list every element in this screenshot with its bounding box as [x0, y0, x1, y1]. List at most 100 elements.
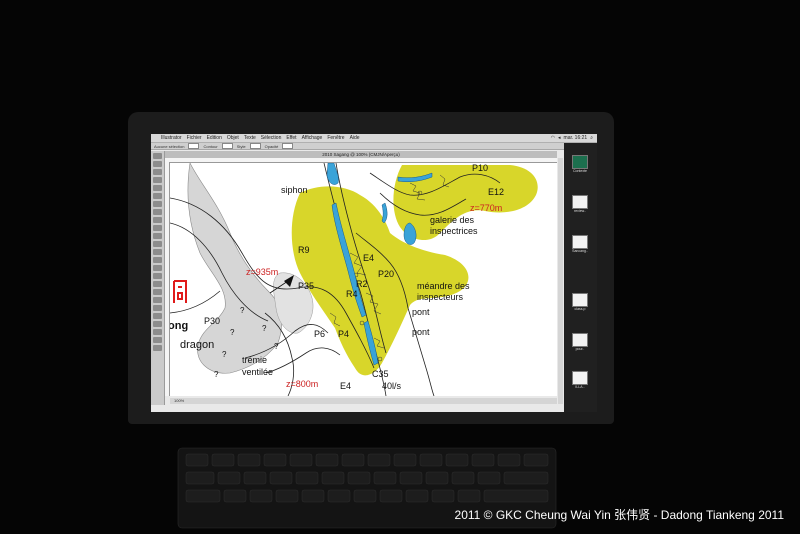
- label-meandre-line1: méandre des: [417, 281, 470, 291]
- label-z770: z=770m: [470, 203, 502, 213]
- label-e4-top: E4: [363, 253, 374, 263]
- laptop-screen: Illustrator Fichier Edition Objet Texte …: [151, 134, 597, 412]
- desktop-icon-2[interactable]: review..: [568, 195, 592, 213]
- tools-panel: [151, 151, 165, 405]
- menu-file[interactable]: Fichier: [187, 134, 202, 142]
- warp-tool-icon[interactable]: [153, 241, 162, 247]
- file-icon: [572, 235, 588, 249]
- label-pont-1: pont: [412, 307, 430, 317]
- fill-swatch[interactable]: [188, 143, 200, 149]
- menu-effect[interactable]: Effet: [286, 134, 296, 142]
- label-z935: z=935m: [246, 267, 278, 277]
- file-icon: [572, 371, 588, 385]
- label-c35: C35: [372, 369, 389, 379]
- label-galerie-line2: inspectrices: [430, 226, 478, 236]
- menu-object[interactable]: Objet: [227, 134, 239, 142]
- mesh-tool-icon[interactable]: [153, 273, 162, 279]
- stroke-label[interactable]: Contour: [203, 143, 217, 149]
- cave-survey-map: siphon P10 E12 z=770m galerie des inspec…: [170, 163, 538, 396]
- rectangle-tool-icon[interactable]: [153, 201, 162, 207]
- menu-status-area: ◠ ◂ mar. 16:21 ⌕: [551, 134, 597, 142]
- horizontal-scrollbar[interactable]: 100%: [170, 398, 557, 404]
- direct-selection-tool-icon[interactable]: [153, 161, 162, 167]
- graph-tool-icon[interactable]: [153, 265, 162, 271]
- svg-text:?: ?: [274, 342, 279, 351]
- desktop-icon-5[interactable]: pour..: [568, 333, 592, 351]
- type-tool-icon[interactable]: [153, 185, 162, 191]
- file-icon: [572, 293, 588, 307]
- svg-text:?: ?: [222, 350, 227, 359]
- svg-text:?: ?: [214, 370, 219, 379]
- red-glyph-mark: [173, 280, 187, 303]
- free-transform-tool-icon[interactable]: [153, 249, 162, 255]
- file-icon: [572, 195, 588, 209]
- wifi-icon[interactable]: ◠: [551, 134, 555, 142]
- svg-text:?: ?: [240, 306, 245, 315]
- desktop-icon-1[interactable]: Contexte: [568, 155, 592, 173]
- label-p35: P35: [298, 281, 314, 291]
- rotate-tool-icon[interactable]: [153, 225, 162, 231]
- menu-text[interactable]: Texte: [244, 134, 256, 142]
- paintbrush-tool-icon[interactable]: [153, 209, 162, 215]
- menu-view[interactable]: Affichage: [302, 134, 323, 142]
- label-r2: R2: [356, 279, 368, 289]
- label-flow: 40l/s: [382, 381, 402, 391]
- menu-app-name[interactable]: Illustrator: [161, 134, 182, 142]
- desktop-area: Contexte review.. Sancang.. class.p pour…: [564, 143, 597, 412]
- symbol-sprayer-tool-icon[interactable]: [153, 257, 162, 263]
- desktop-icon-3[interactable]: Sancang..: [568, 235, 592, 253]
- vertical-scrollbar[interactable]: [558, 158, 563, 404]
- opacity-label[interactable]: Opacité: [265, 143, 279, 149]
- svg-text:?: ?: [262, 324, 267, 333]
- magic-wand-tool-icon[interactable]: [153, 169, 162, 175]
- zoom-level[interactable]: 100%: [174, 398, 184, 403]
- pen-tool-icon[interactable]: [153, 177, 162, 183]
- spotlight-icon[interactable]: ⌕: [590, 134, 593, 142]
- label-p20: P20: [378, 269, 394, 279]
- label-r9: R9: [298, 245, 310, 255]
- desktop-icon-6[interactable]: ILLA..: [568, 371, 592, 389]
- screen-mode-icon[interactable]: [153, 345, 162, 351]
- label-grille: grille: [338, 395, 357, 396]
- menu-help[interactable]: Aide: [350, 134, 360, 142]
- line-tool-icon[interactable]: [153, 193, 162, 199]
- eyedropper-tool-icon[interactable]: [153, 289, 162, 295]
- style-label[interactable]: Style: [237, 143, 246, 149]
- label-ong: ong: [170, 320, 188, 332]
- style-swatch[interactable]: [249, 143, 261, 149]
- photo-copyright: 2011 © GKC Cheung Wai Yin 张伟贤 - Dadong T…: [454, 508, 784, 522]
- label-meandre-line2: inspecteurs: [417, 292, 464, 302]
- label-siphon: siphon: [281, 185, 308, 195]
- artboard-canvas[interactable]: siphon P10 E12 z=770m galerie des inspec…: [170, 163, 557, 396]
- opacity-field[interactable]: [282, 143, 294, 149]
- scale-tool-icon[interactable]: [153, 233, 162, 239]
- file-icon: [572, 155, 588, 169]
- label-r4: R4: [346, 289, 358, 299]
- menu-edit[interactable]: Edition: [207, 134, 222, 142]
- label-pont-2: pont: [412, 327, 430, 337]
- stroke-weight-field[interactable]: [221, 143, 233, 149]
- file-icon: [572, 333, 588, 347]
- label-tremie-line1: trémie: [242, 355, 267, 365]
- blend-tool-icon[interactable]: [153, 297, 162, 303]
- scissors-tool-icon[interactable]: [153, 313, 162, 319]
- zoom-tool-icon[interactable]: [153, 329, 162, 335]
- selection-tool-icon[interactable]: [153, 153, 162, 159]
- menu-bar: Illustrator Fichier Edition Objet Texte …: [151, 134, 597, 143]
- svg-text:?: ?: [230, 328, 235, 337]
- label-e12: E12: [488, 187, 504, 197]
- pencil-tool-icon[interactable]: [153, 217, 162, 223]
- gradient-tool-icon[interactable]: [153, 281, 162, 287]
- control-bar: Aucune sélection Contour Style Opacité: [151, 143, 597, 150]
- fill-stroke-icon[interactable]: [153, 337, 162, 343]
- label-p30: P30: [204, 316, 220, 326]
- desktop-icon-4[interactable]: class.p: [568, 293, 592, 311]
- hand-tool-icon[interactable]: [153, 321, 162, 327]
- volume-icon[interactable]: ◂: [558, 134, 561, 142]
- clock-text[interactable]: mar. 16:21: [564, 134, 588, 142]
- slice-tool-icon[interactable]: [153, 305, 162, 311]
- label-e4-bottom: E4: [340, 381, 351, 391]
- menu-window[interactable]: Fenêtre: [327, 134, 344, 142]
- document-tab[interactable]: 2010 Sagang @ 100% (CMJN/Aperçu): [165, 151, 557, 158]
- menu-selection[interactable]: Sélection: [261, 134, 282, 142]
